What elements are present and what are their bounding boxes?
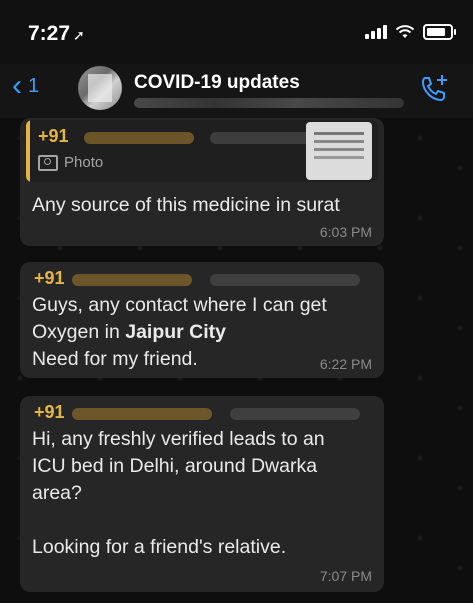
back-button[interactable]: ‹ 1 <box>12 69 40 102</box>
location-arrow-icon: ➚ <box>73 27 85 43</box>
signal-icon <box>365 25 387 39</box>
unread-count: 1 <box>28 74 40 97</box>
add-call-icon[interactable] <box>417 72 451 106</box>
message-text: Guys, any contact where I can get Oxygen… <box>32 292 327 373</box>
quote-accent-bar <box>26 120 30 182</box>
quote-type-text: Photo <box>64 154 104 171</box>
group-title[interactable]: COVID-19 updates <box>134 72 300 94</box>
quote-type: Photo <box>38 154 103 171</box>
status-icons <box>365 24 456 40</box>
chevron-left-icon: ‹ <box>12 69 22 102</box>
quote-photo-thumbnail[interactable] <box>306 122 372 180</box>
redacted-phone <box>84 132 194 144</box>
chat-header: ‹ 1 COVID-19 updates <box>0 64 473 118</box>
message-bold-text: Jaipur City <box>125 321 226 343</box>
redacted-name <box>230 408 360 420</box>
status-bar: 7:27 ➚ <box>0 0 473 64</box>
quote-sender-text: +91 <box>38 126 69 146</box>
time-text: 7:27 <box>28 22 71 45</box>
message-sender[interactable]: +91 <box>34 402 65 423</box>
status-time: 7:27 ➚ <box>28 22 85 46</box>
message-text: Hi, any freshly verified leads to an ICU… <box>32 428 325 558</box>
battery-icon <box>423 24 456 40</box>
wifi-icon <box>395 25 415 38</box>
quoted-message[interactable]: +91 Photo <box>26 120 378 182</box>
message-bubble[interactable]: +91 Photo Any source of this medicine in… <box>20 118 384 246</box>
message-sender[interactable]: +91 <box>34 268 65 289</box>
redacted-name <box>210 132 320 144</box>
message-text-part: Need for my friend. <box>32 348 198 370</box>
message-bubble[interactable]: +91 Hi, any freshly verified leads to an… <box>20 396 384 592</box>
group-avatar[interactable] <box>78 66 122 110</box>
message-time: 6:22 PM <box>319 356 372 372</box>
redacted-phone <box>72 274 192 286</box>
message-time: 6:03 PM <box>319 224 372 240</box>
redacted-name <box>210 274 360 286</box>
group-members-blurred[interactable] <box>134 98 404 108</box>
camera-icon <box>38 154 58 171</box>
message-bubble[interactable]: +91 Guys, any contact where I can get Ox… <box>20 262 384 378</box>
redacted-phone <box>72 408 212 420</box>
message-text: Any source of this medicine in surat <box>32 194 340 216</box>
quote-sender: +91 <box>38 126 69 147</box>
message-time: 7:07 PM <box>319 568 372 584</box>
